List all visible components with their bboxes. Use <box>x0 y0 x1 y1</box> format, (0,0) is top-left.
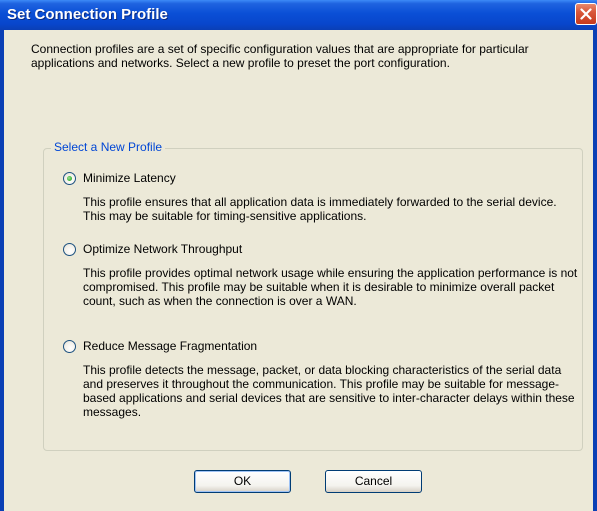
option-description: This profile detects the message, packet… <box>83 363 575 419</box>
radio-optimize-throughput[interactable] <box>63 243 76 256</box>
window-title: Set Connection Profile <box>7 6 168 23</box>
option-label[interactable]: Reduce Message Fragmentation <box>83 339 257 353</box>
option-label[interactable]: Optimize Network Throughput <box>83 242 242 256</box>
close-button[interactable] <box>575 3 597 25</box>
radio-reduce-fragmentation[interactable] <box>63 340 76 353</box>
option-description: This profile provides optimal network us… <box>83 266 578 308</box>
option-description: This profile ensures that all applicatio… <box>83 195 557 223</box>
dialog-window: Set Connection Profile Connection profil… <box>0 0 597 511</box>
radio-minimize-latency[interactable] <box>63 172 76 185</box>
cancel-button[interactable]: Cancel <box>325 470 422 493</box>
groupbox-legend: Select a New Profile <box>51 140 166 154</box>
ok-button[interactable]: OK <box>194 470 291 493</box>
close-icon <box>580 8 592 20</box>
option-label[interactable]: Minimize Latency <box>83 171 176 185</box>
title-bar[interactable]: Set Connection Profile <box>0 0 597 30</box>
intro-text: Connection profiles are a set of specifi… <box>31 42 529 70</box>
